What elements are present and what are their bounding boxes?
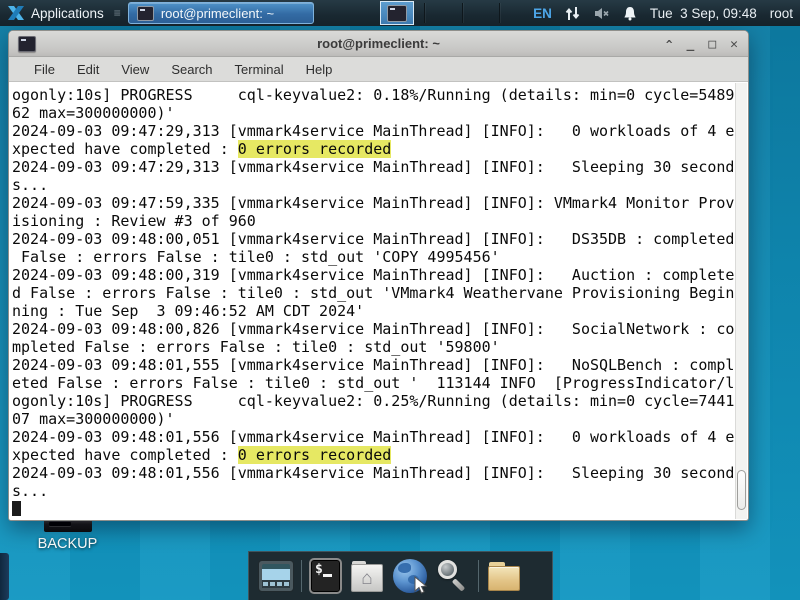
- menu-edit[interactable]: Edit: [66, 59, 110, 80]
- terminal-line: isioning : Review #3 of 960: [12, 212, 256, 230]
- window-titlebar[interactable]: root@primeclient: ~ ^ _ □ ✕: [9, 31, 748, 57]
- terminal-line: eted False : errors False : tile0 : std_…: [12, 374, 735, 392]
- terminal-line: s...: [12, 482, 49, 500]
- volume-muted-icon[interactable]: [594, 7, 610, 20]
- scrollbar-thumb[interactable]: [737, 470, 746, 510]
- notification-bell-icon[interactable]: [623, 6, 637, 21]
- terminal-line: s...: [12, 176, 49, 194]
- scrollbar[interactable]: [735, 83, 747, 519]
- folder-icon[interactable]: [486, 558, 522, 594]
- applications-menu[interactable]: Applications: [31, 6, 104, 21]
- taskbar-window-label: root@primeclient: ~: [160, 5, 275, 21]
- terminal-line: 07 max=300000000)': [12, 410, 175, 428]
- clock[interactable]: Tue 3 Sep, 09:48: [650, 6, 757, 21]
- menu-bar: File Edit View Search Terminal Help: [9, 57, 748, 82]
- terminal-line: d False : errors False : tile0 : std_out…: [12, 284, 735, 302]
- shade-button[interactable]: ^: [666, 39, 673, 50]
- terminal-line: False : errors False : tile0 : std_out '…: [12, 248, 500, 266]
- panel-separator: [423, 3, 425, 23]
- panel-separator: [498, 3, 500, 23]
- maximize-button[interactable]: □: [708, 38, 716, 51]
- top-panel: Applications ≡ root@primeclient: ~ EN Tu…: [0, 0, 800, 26]
- terminal-line: 2024-09-03 09:47:59,335 [vmmark4service …: [12, 194, 735, 212]
- applications-menu-icon: [8, 6, 24, 20]
- web-browser-icon[interactable]: [392, 558, 428, 594]
- panel-separator: [461, 3, 463, 23]
- terminal-line: 2024-09-03 09:48:00,051 [vmmark4service …: [12, 230, 735, 248]
- terminal-line: xpected have completed : 0 errors record…: [12, 446, 392, 464]
- window-title: root@primeclient: ~: [317, 36, 440, 51]
- dock-separator: [301, 560, 302, 592]
- terminal-output[interactable]: ogonly:10s] PROGRESS cql-keyvalue2: 0.18…: [10, 83, 735, 519]
- search-highlight: 0 errors recorded: [237, 140, 392, 158]
- menu-terminal[interactable]: Terminal: [224, 59, 295, 80]
- search-highlight: 0 errors recorded: [237, 446, 392, 464]
- partial-desktop-icon[interactable]: [0, 553, 9, 600]
- menu-view[interactable]: View: [110, 59, 160, 80]
- terminal-cursor: [12, 501, 21, 516]
- language-indicator[interactable]: EN: [533, 6, 552, 21]
- terminal-line: 2024-09-03 09:48:00,319 [vmmark4service …: [12, 266, 735, 284]
- backup-drive-label: BACKUP: [37, 536, 98, 552]
- menu-help[interactable]: Help: [295, 59, 344, 80]
- terminal-line: 2024-09-03 09:47:29,313 [vmmark4service …: [12, 122, 735, 140]
- taskbar-window-button[interactable]: root@primeclient: ~: [127, 2, 314, 24]
- network-arrows-icon[interactable]: [565, 6, 581, 21]
- search-icon[interactable]: [435, 558, 471, 594]
- terminal-line: 2024-09-03 09:48:01,556 [vmmark4service …: [12, 464, 735, 482]
- terminal-window: root@primeclient: ~ ^ _ □ ✕ File Edit View…: [8, 30, 749, 521]
- file-manager-icon[interactable]: ⌂: [349, 558, 385, 594]
- close-button[interactable]: ✕: [730, 38, 738, 51]
- terminal-line: ogonly:10s] PROGRESS cql-keyvalue2: 0.18…: [12, 86, 735, 104]
- terminal-line: mpleted False : errors False : tile0 : s…: [12, 338, 500, 356]
- terminal-line: [12, 500, 735, 518]
- show-desktop-icon[interactable]: [258, 560, 294, 592]
- minimize-button[interactable]: _: [687, 38, 695, 51]
- terminal-icon: [386, 4, 407, 22]
- terminal-icon: [136, 5, 154, 21]
- dock: $ ⌂: [248, 551, 553, 600]
- terminal-icon[interactable]: $: [309, 558, 342, 594]
- terminal-line: 2024-09-03 09:48:00,826 [vmmark4service …: [12, 320, 735, 338]
- terminal-line: 2024-09-03 09:47:29,313 [vmmark4service …: [12, 158, 735, 176]
- tray-terminal-button[interactable]: [379, 1, 414, 25]
- menu-search[interactable]: Search: [160, 59, 223, 80]
- terminal-line: 2024-09-03 09:48:01,556 [vmmark4service …: [12, 428, 735, 446]
- menu-file[interactable]: File: [23, 59, 66, 80]
- terminal-line: ogonly:10s] PROGRESS cql-keyvalue2: 0.25…: [12, 392, 735, 410]
- terminal-line: ning : Tue Sep 3 09:46:52 AM CDT 2024': [12, 302, 365, 320]
- panel-handle-icon: ≡: [113, 6, 121, 20]
- user-menu[interactable]: root: [770, 6, 793, 21]
- terminal-line: 2024-09-03 09:48:01,555 [vmmark4service …: [12, 356, 735, 374]
- terminal-line: 62 max=300000000)': [12, 104, 175, 122]
- dock-separator: [478, 560, 479, 592]
- terminal-line: xpected have completed : 0 errors record…: [12, 140, 392, 158]
